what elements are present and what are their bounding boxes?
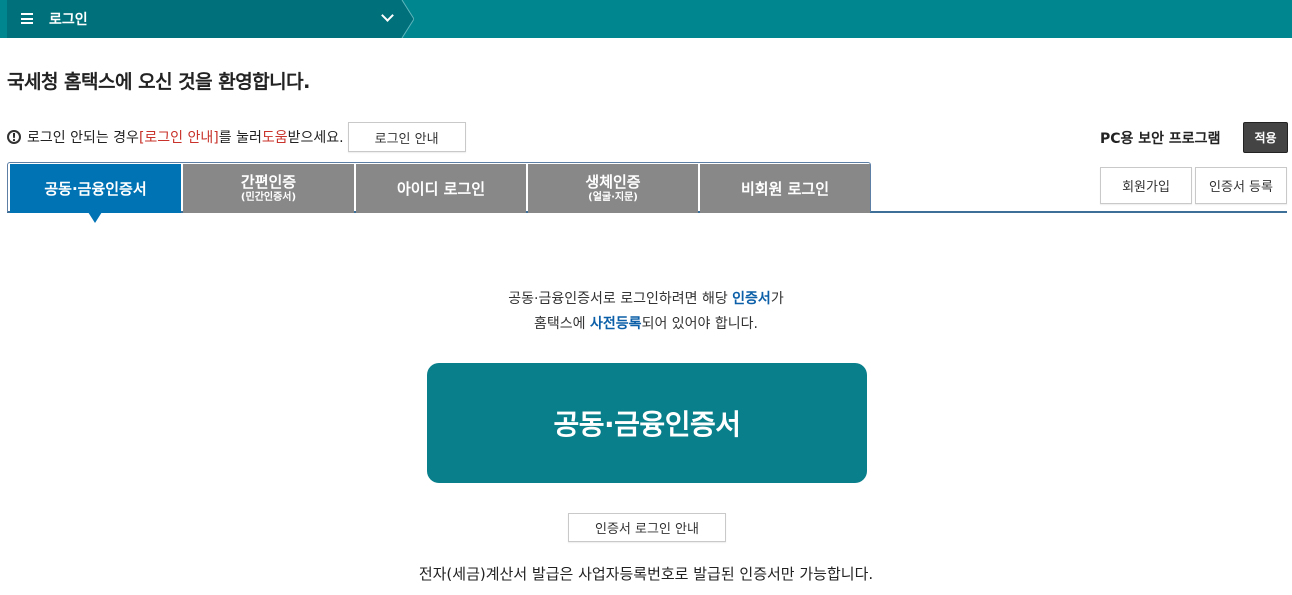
active-tab-pointer (88, 212, 102, 223)
desc-text: 되어 있어야 합니다. (641, 316, 758, 332)
desc-highlight: 사전등록 (590, 316, 642, 332)
login-guide-button[interactable]: 로그인 안내 (347, 122, 466, 152)
login-help-row: ! 로그인 안되는 경우 [로그인 안내] 를 눌러 도움 받으세요. 로그인 … (7, 122, 466, 152)
page-title: 국세청 홈택스에 오신 것을 환영합니다. (7, 71, 310, 93)
tab-sublabel: (민간인증서) (240, 192, 297, 203)
security-program-label: PC용 보안 프로그램 (1100, 131, 1221, 147)
tab-label: 비회원 로그인 (740, 179, 830, 198)
tab-label: 아이디 로그인 (396, 179, 486, 198)
tab-baseline-right (871, 211, 1287, 213)
desc-highlight: 인증서 (732, 291, 771, 307)
exclamation-icon: ! (7, 130, 21, 144)
tab-simple-auth[interactable]: 간편인증 (민간인증서) (183, 164, 354, 213)
menu-dropdown[interactable]: 로그인 (7, 0, 402, 38)
hamburger-icon (21, 13, 33, 24)
tab-non-member[interactable]: 비회원 로그인 (700, 164, 870, 213)
cert-login-guide-button[interactable]: 인증서 로그인 안내 (568, 513, 726, 542)
help-text-3: 받으세요. (287, 130, 344, 146)
desc-text: 가 (770, 291, 784, 307)
signup-button[interactable]: 회원가입 (1100, 167, 1192, 204)
tab-id-login[interactable]: 아이디 로그인 (356, 164, 526, 213)
chevron-down-icon (381, 9, 394, 22)
tab-biometric[interactable]: 생체인증 (얼굴·지문) (528, 164, 698, 213)
login-guide-link[interactable]: [로그인 안내] (139, 127, 219, 147)
tab-joint-certificate[interactable]: 공동·금융인증서 (10, 164, 181, 213)
help-text-1: 로그인 안되는 경우 (27, 130, 139, 146)
desc-text: 홈택스에 (534, 316, 591, 332)
top-bar: 로그인 (0, 0, 1292, 38)
description-line-2: 홈택스에 사전등록되어 있어야 합니다. (0, 313, 1292, 333)
help-word: 도움 (261, 130, 288, 146)
tab-label: 간편인증 (240, 173, 297, 191)
description-line-1: 공동·금융인증서로 로그인하려면 해당 인증서가 (0, 288, 1292, 308)
joint-certificate-login-button[interactable]: 공동·금융인증서 (427, 363, 867, 483)
menu-title: 로그인 (49, 12, 88, 28)
breadcrumb-separator-icon (400, 0, 414, 38)
tab-sublabel: (얼굴·지문) (588, 192, 638, 203)
help-text-2: 를 눌러 (218, 130, 262, 146)
desc-text: 공동·금융인증서로 로그인하려면 해당 (508, 291, 733, 307)
tab-label: 생체인증 (585, 173, 641, 191)
cert-register-button[interactable]: 인증서 등록 (1195, 167, 1287, 204)
login-tabs: 공동·금융인증서 간편인증 (민간인증서) 아이디 로그인 생체인증 (얼굴·지… (7, 162, 871, 213)
security-apply-button[interactable]: 적용 (1243, 122, 1288, 153)
tab-label: 공동·금융인증서 (44, 179, 147, 198)
footnote: 전자(세금)계산서 발급은 사업자등록번호로 발급된 인증서만 가능합니다. (418, 565, 874, 583)
